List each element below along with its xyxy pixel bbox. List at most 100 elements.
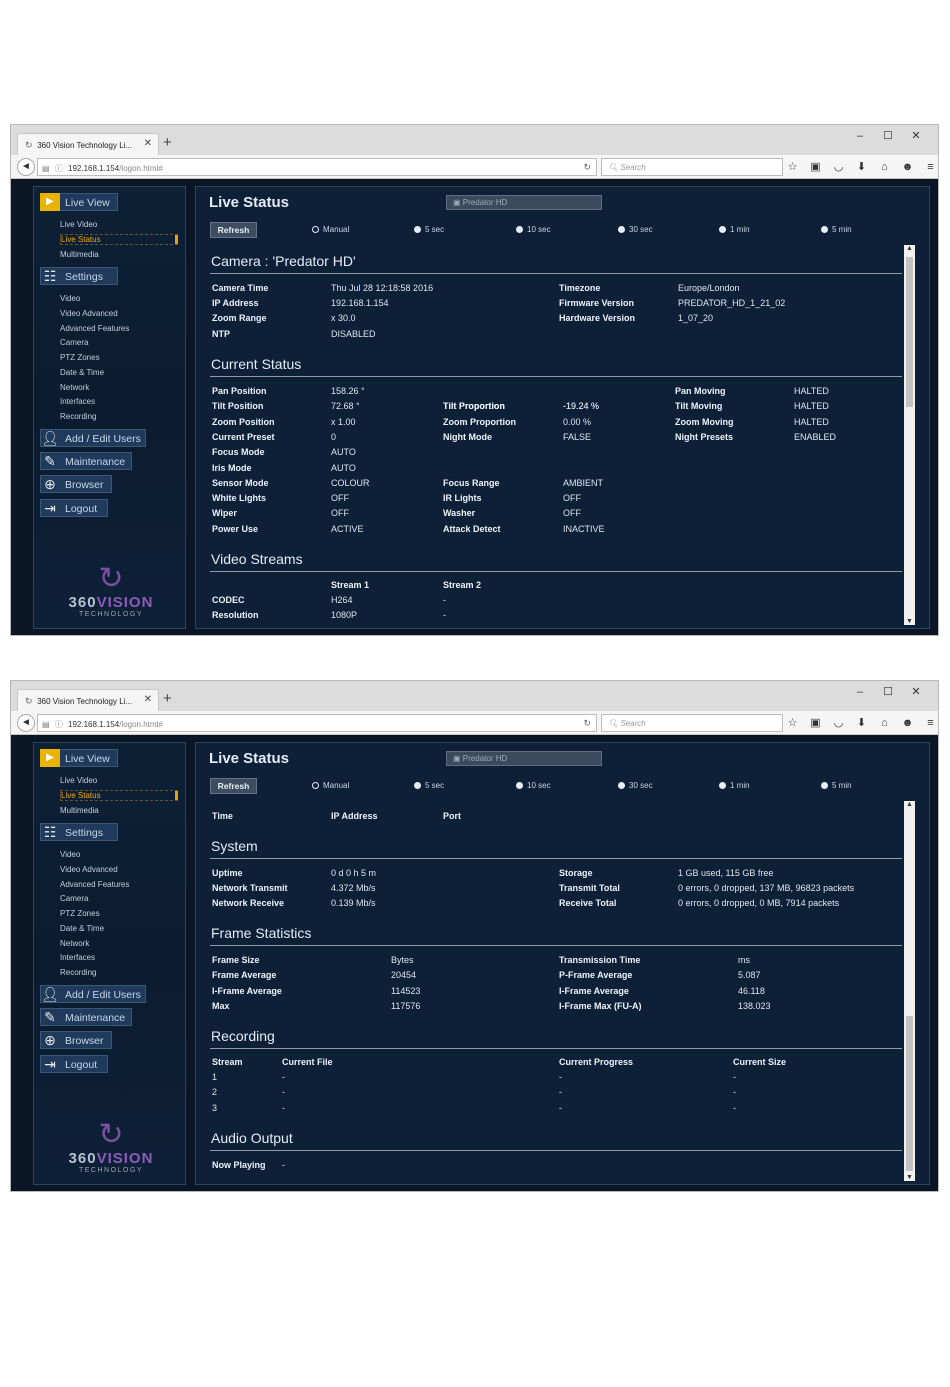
sidebar-item-interfaces[interactable]: Interfaces	[60, 953, 95, 962]
interval-1-min[interactable]: 1 min	[719, 781, 750, 790]
sidebar-item-multimedia[interactable]: Multimedia	[60, 806, 99, 815]
reader-icon[interactable]: ▣	[804, 160, 827, 173]
interval-1-min[interactable]: 1 min	[719, 225, 750, 234]
download-icon[interactable]: ⬇	[850, 160, 873, 173]
scroll-down-icon[interactable]: ▼	[905, 1174, 914, 1181]
interval-10-sec[interactable]: 10 sec	[516, 781, 551, 790]
menu-icon[interactable]: ≡	[919, 717, 938, 729]
scrollbar-thumb[interactable]	[906, 257, 913, 407]
sidebar-browser[interactable]: ⊕ Browser	[40, 1031, 112, 1049]
reader-icon[interactable]: ▣	[804, 716, 827, 729]
sidebar-item-date-time[interactable]: Date & Time	[60, 368, 104, 377]
back-button[interactable]: ◄	[17, 714, 35, 732]
sidebar-item-video[interactable]: Video	[60, 294, 80, 303]
menu-icon[interactable]: ≡	[919, 161, 938, 173]
close-window-button[interactable]: ✕	[902, 129, 930, 142]
pocket-icon[interactable]: ◡	[827, 160, 850, 173]
sidebar-item-recording[interactable]: Recording	[60, 412, 96, 421]
sidebar-item-ptz-zones[interactable]: PTZ Zones	[60, 353, 100, 362]
interval-5-sec[interactable]: 5 sec	[414, 781, 444, 790]
sidebar-browser[interactable]: ⊕ Browser	[40, 475, 112, 493]
home-icon[interactable]: ⌂	[873, 717, 896, 729]
sidebar-item-live-video[interactable]: Live Video	[60, 776, 97, 785]
washer-label: Washer	[443, 508, 476, 519]
reload-icon[interactable]: ↻	[583, 718, 591, 729]
refresh-button[interactable]: Refresh	[210, 222, 257, 238]
tab-close-icon[interactable]: ✕	[144, 694, 152, 705]
video-camera-icon: ▶	[40, 193, 60, 211]
url-bar[interactable]: ▤ ⓘ 192.168.1.154/logon.html# ↻	[37, 714, 597, 732]
back-button[interactable]: ◄	[17, 158, 35, 176]
maximize-button[interactable]: ☐	[874, 129, 902, 142]
sidebar-item-network[interactable]: Network	[60, 383, 89, 392]
sidebar-item-interfaces[interactable]: Interfaces	[60, 397, 95, 406]
sidebar-logout[interactable]: ⇥ Logout	[40, 1055, 108, 1073]
info-icon[interactable]: ⓘ	[55, 164, 63, 173]
radio-icon	[312, 226, 319, 233]
interval-10-sec[interactable]: 10 sec	[516, 225, 551, 234]
new-tab-button[interactable]: +	[163, 134, 172, 151]
recording-row-2-stream: 2	[212, 1087, 218, 1098]
tab-close-icon[interactable]: ✕	[144, 138, 152, 149]
interval-manual[interactable]: Manual	[312, 225, 349, 234]
sidebar-settings[interactable]: ☷ Settings	[40, 823, 118, 841]
sidebar-item-live-status[interactable]: Live Status	[60, 234, 178, 245]
interval-5-min[interactable]: 5 min	[821, 781, 852, 790]
sidebar-settings[interactable]: ☷ Settings	[40, 267, 118, 285]
chat-icon[interactable]: ☻	[896, 161, 919, 173]
chat-icon[interactable]: ☻	[896, 717, 919, 729]
content-scrollbar[interactable]: ▲ ▼	[904, 245, 915, 625]
sidebar-item-camera[interactable]: Camera	[60, 894, 88, 903]
star-icon[interactable]: ☆	[781, 716, 804, 729]
sidebar-add-edit-users[interactable]: 👤︎ Add / Edit Users	[40, 429, 146, 447]
sidebar-item-live-status[interactable]: Live Status	[60, 790, 178, 801]
star-icon[interactable]: ☆	[781, 160, 804, 173]
sidebar-logout[interactable]: ⇥ Logout	[40, 499, 108, 517]
info-icon[interactable]: ⓘ	[55, 720, 63, 729]
sidebar-item-live-video[interactable]: Live Video	[60, 220, 97, 229]
sidebar-add-edit-users[interactable]: 👤︎ Add / Edit Users	[40, 985, 146, 1003]
sidebar-item-network[interactable]: Network	[60, 939, 89, 948]
interval-5-min[interactable]: 5 min	[821, 225, 852, 234]
scroll-up-icon[interactable]: ▲	[905, 245, 914, 252]
minimize-button[interactable]: –	[846, 130, 874, 142]
sidebar-maintenance[interactable]: ✎ Maintenance	[40, 452, 132, 470]
sidebar-item-video[interactable]: Video	[60, 850, 80, 859]
sidebar-item-multimedia[interactable]: Multimedia	[60, 250, 99, 259]
maximize-button[interactable]: ☐	[874, 685, 902, 698]
browser-tab[interactable]: ↻ 360 Vision Technology Li... ✕	[17, 689, 159, 711]
sidebar-item-video-advanced[interactable]: Video Advanced	[60, 309, 118, 318]
url-bar[interactable]: ▤ ⓘ 192.168.1.154/logon.html# ↻	[37, 158, 597, 176]
new-tab-button[interactable]: +	[163, 690, 172, 707]
interval-5-sec[interactable]: 5 sec	[414, 225, 444, 234]
user-add-icon: 👤︎	[41, 986, 59, 1002]
browser-tab[interactable]: ↻ 360 Vision Technology Li... ✕	[17, 133, 159, 155]
sidebar-item-recording[interactable]: Recording	[60, 968, 96, 977]
pocket-icon[interactable]: ◡	[827, 716, 850, 729]
home-icon[interactable]: ⌂	[873, 161, 896, 173]
sidebar-item-advanced-features[interactable]: Advanced Features	[60, 324, 129, 333]
scroll-down-icon[interactable]: ▼	[905, 618, 914, 625]
minimize-button[interactable]: –	[846, 686, 874, 698]
refresh-button[interactable]: Refresh	[210, 778, 257, 794]
focus-range-value: AMBIENT	[563, 477, 604, 488]
interval-30-sec[interactable]: 30 sec	[618, 225, 653, 234]
download-icon[interactable]: ⬇	[850, 716, 873, 729]
sidebar-item-date-time[interactable]: Date & Time	[60, 924, 104, 933]
sidebar-item-ptz-zones[interactable]: PTZ Zones	[60, 909, 100, 918]
sidebar-item-advanced-features[interactable]: Advanced Features	[60, 880, 129, 889]
scrollbar-thumb[interactable]	[906, 1016, 913, 1171]
interval-manual[interactable]: Manual	[312, 781, 349, 790]
sidebar-item-video-advanced[interactable]: Video Advanced	[60, 865, 118, 874]
sidebar-item-camera[interactable]: Camera	[60, 338, 88, 347]
reload-icon[interactable]: ↻	[583, 162, 591, 173]
content-scrollbar[interactable]: ▲ ▼	[904, 801, 915, 1181]
sidebar-maintenance[interactable]: ✎ Maintenance	[40, 1008, 132, 1026]
sidebar-live-view[interactable]: ▶ Live View	[40, 749, 118, 767]
interval-30-sec[interactable]: 30 sec	[618, 781, 653, 790]
search-input[interactable]: 🔍︎ Search	[601, 158, 783, 176]
search-input[interactable]: 🔍︎ Search	[601, 714, 783, 732]
close-window-button[interactable]: ✕	[902, 685, 930, 698]
sidebar-live-view[interactable]: ▶ Live View	[40, 193, 118, 211]
scroll-up-icon[interactable]: ▲	[905, 801, 914, 808]
